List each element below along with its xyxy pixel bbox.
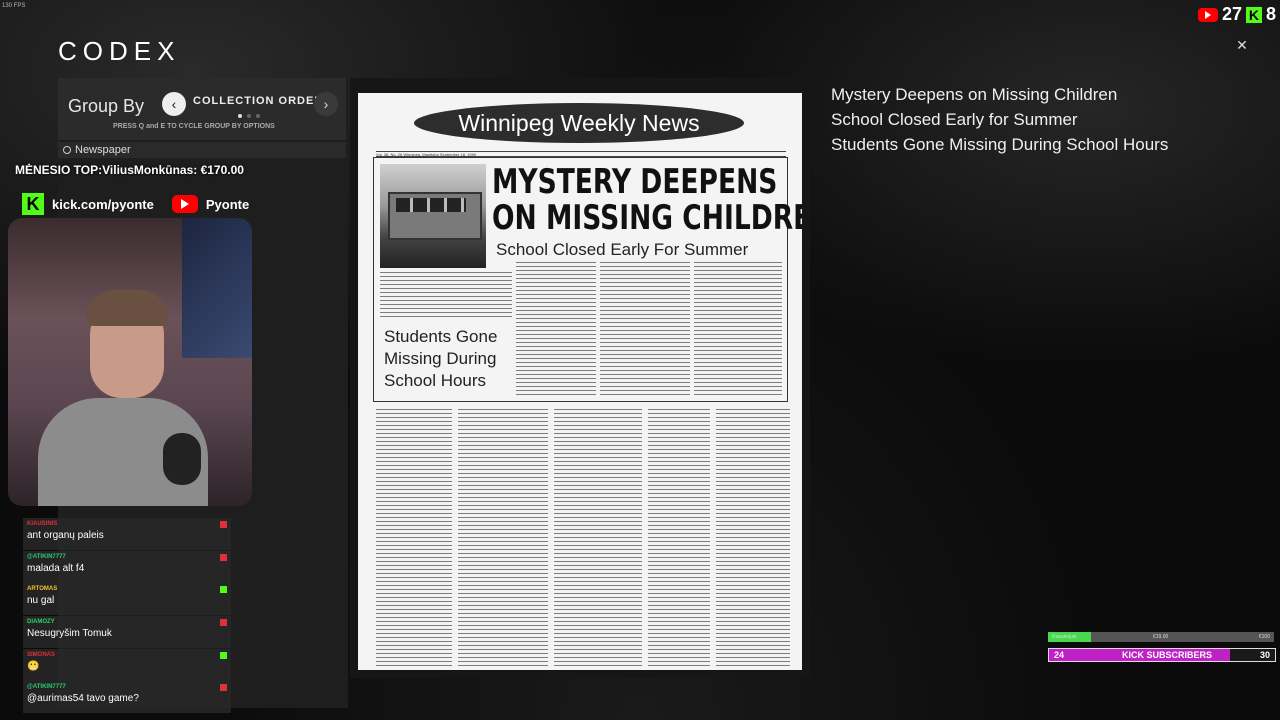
article-column xyxy=(516,262,596,398)
chat-message: @ATIKIN7777 malada alt f4 xyxy=(23,550,231,583)
group-by-bar: Group By ‹ COLLECTION ORDER › PRESS Q an… xyxy=(58,78,346,140)
social-links: K kick.com/pyonte Pyonte xyxy=(22,193,249,215)
group-page-indicator xyxy=(238,114,260,118)
webcam-feed xyxy=(8,218,252,506)
page-dot xyxy=(247,114,251,118)
transcript-line: Mystery Deepens on Missing Children xyxy=(831,85,1118,104)
group-by-value: COLLECTION ORDER xyxy=(193,95,324,107)
headline-line-1: MYSTERY DEEPENS xyxy=(492,162,778,202)
chat-message: SIMONAS 😬 xyxy=(23,648,231,681)
donation-goal-target: €100 xyxy=(1258,634,1270,640)
newspaper-page[interactable]: Winnipeg Weekly News Vol. 38, No. 26 Win… xyxy=(358,93,802,670)
chat-text: Nesugryšim Tomuk xyxy=(27,628,112,640)
chat-text: nu gal xyxy=(27,595,55,607)
donation-goal-bar: Paaukojusi €19.00 €100 xyxy=(1048,632,1274,642)
radio-icon xyxy=(63,146,71,154)
youtube-icon xyxy=(220,553,227,561)
kick-icon xyxy=(220,586,227,594)
codex-item-newspaper[interactable]: Newspaper xyxy=(58,142,346,158)
donation-goal-current: €19.00 xyxy=(1153,634,1169,640)
article-column xyxy=(554,409,642,667)
chat-message: DIAMOZY Nesugryšim Tomuk xyxy=(23,616,231,649)
donation-goal-label: Paaukojusi xyxy=(1052,634,1077,640)
page-dot xyxy=(238,114,242,118)
subscriber-goal-current: 24 xyxy=(1054,650,1065,660)
chat-username: DIAMOZY xyxy=(27,619,55,626)
article-column xyxy=(716,409,790,667)
chat-message: KIAUSINIS ant organų paleis xyxy=(23,518,231,550)
subscriber-goal-target: 30 xyxy=(1259,650,1270,660)
chat-feed: KIAUSINIS ant organų paleis @ATIKIN7777 … xyxy=(23,518,231,714)
chat-username: @ATIKIN7777 xyxy=(27,553,66,560)
youtube-icon xyxy=(220,521,227,528)
youtube-channel-name: Pyonte xyxy=(205,196,250,212)
chevron-left-icon: ‹ xyxy=(171,96,177,112)
codex-title: CODEX xyxy=(58,36,181,66)
chat-username: SIMONAS xyxy=(27,651,56,658)
kick-icon xyxy=(220,651,227,659)
transcript-line: School Closed Early for Summer xyxy=(831,110,1078,129)
newspaper-subhead: School Closed Early For Summer xyxy=(496,240,749,259)
group-by-label: Group By xyxy=(68,96,145,116)
chat-text: ant organų paleis xyxy=(27,530,104,541)
headline-line-2: ON MISSING CHILDREN xyxy=(492,198,802,238)
kick-icon: K xyxy=(1245,6,1262,23)
viewer-stats: 27 K 8 xyxy=(1197,4,1280,25)
school-bus-image xyxy=(380,164,486,268)
chevron-right-icon: › xyxy=(323,96,329,112)
youtube-icon xyxy=(1197,7,1218,22)
youtube-viewer-count: 27 xyxy=(1221,4,1242,24)
kick-url: kick.com/pyonte xyxy=(52,196,154,212)
chat-message: ARTOMAS nu gal xyxy=(23,583,231,616)
chat-username: KIAUSINIS xyxy=(27,521,58,527)
chat-text: @aurimas54 tavo game? xyxy=(27,693,139,705)
article-column xyxy=(376,409,452,667)
kick-logo-icon: K xyxy=(22,193,44,215)
subscriber-goal-label: KICK SUBSCRIBERS xyxy=(1122,650,1213,660)
kick-viewer-count: 8 xyxy=(1265,4,1276,24)
newspaper-callout: Students Gone Missing During School Hour… xyxy=(384,327,498,390)
newspaper-headline: MYSTERY DEEPENS ON MISSING CHILDREN xyxy=(492,162,802,238)
top-donor-banner: MĖNESIO TOP:ViliusMonkūnas: €170.00 xyxy=(15,163,244,177)
transcript-line: Students Gone Missing During School Hour… xyxy=(831,135,1169,154)
chat-text: malada alt f4 xyxy=(27,562,85,574)
chat-username: @ATIKIN7777 xyxy=(27,684,66,691)
codex-item-label: Newspaper xyxy=(75,144,131,156)
group-next-button[interactable]: › xyxy=(314,92,338,116)
document-transcript: Mystery Deepens on Missing Children Scho… xyxy=(831,82,1168,157)
article-column xyxy=(458,409,548,667)
youtube-icon xyxy=(220,684,227,692)
newspaper-masthead: Winnipeg Weekly News xyxy=(414,103,744,143)
article-column xyxy=(694,262,782,398)
close-icon[interactable]: ✕ xyxy=(1234,37,1250,53)
page-dot xyxy=(256,114,260,118)
fps-counter: 130 FPS xyxy=(2,3,26,9)
front-page-box: MYSTERY DEEPENS ON MISSING CHILDREN Scho… xyxy=(373,157,802,402)
youtube-icon xyxy=(220,619,227,627)
article-column xyxy=(600,262,690,398)
group-by-hint: PRESS Q and E TO CYCLE GROUP BY OPTIONS xyxy=(113,123,275,130)
microphone-icon xyxy=(163,433,201,485)
group-prev-button[interactable]: ‹ xyxy=(162,92,186,116)
article-column xyxy=(648,409,710,667)
article-column xyxy=(380,272,512,320)
subscriber-goal-bar: 24 KICK SUBSCRIBERS 30 xyxy=(1048,648,1276,662)
chat-username: ARTOMAS xyxy=(27,586,58,593)
chat-message: @ATIKIN7777 @aurimas54 tavo game? xyxy=(23,681,231,714)
youtube-logo-icon xyxy=(171,195,198,213)
chat-text: 😬 xyxy=(27,660,40,672)
